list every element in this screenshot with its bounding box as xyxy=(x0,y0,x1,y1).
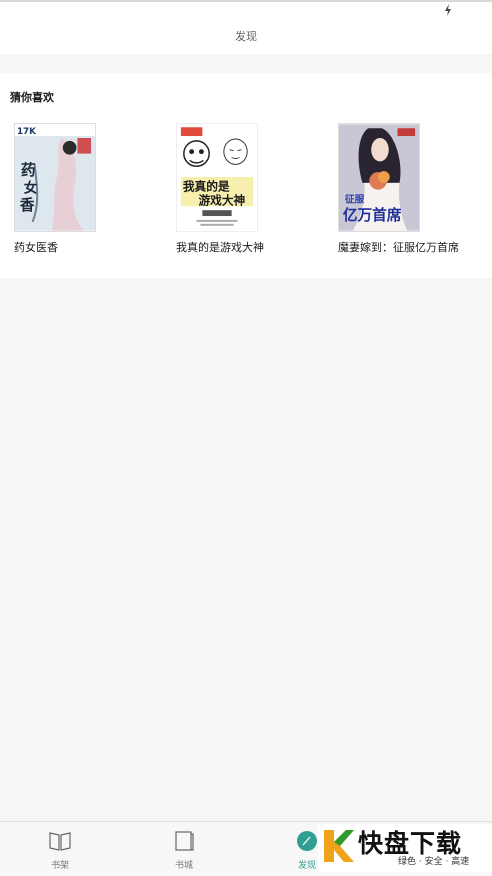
charging-icon xyxy=(445,4,451,16)
book-cover[interactable]: 17K 药 女 香 xyxy=(14,123,96,232)
open-book-icon xyxy=(49,832,71,851)
k-logo-icon xyxy=(324,830,354,862)
tab-bookstore[interactable]: 书城 xyxy=(144,822,224,876)
book-cover[interactable]: 征服 亿万首席 xyxy=(338,123,420,232)
bookstore-icon xyxy=(175,831,194,851)
book-item[interactable]: 征服 亿万首席 魔妻嫁到：征服亿万首席 xyxy=(338,123,488,255)
book-title[interactable]: 我真的是游戏大神 xyxy=(176,239,326,255)
status-bar xyxy=(0,0,492,20)
cover-subtitle: 征服 xyxy=(345,192,365,205)
svg-text:游戏大神: 游戏大神 xyxy=(198,193,245,207)
page-header: 发现 xyxy=(0,20,492,54)
svg-text:香: 香 xyxy=(20,196,35,214)
book-item[interactable]: 17K 药 女 香 药女医香 xyxy=(14,123,164,255)
section-title: 猜你喜欢 xyxy=(10,91,54,104)
book-cover[interactable]: 我真的是 游戏大神 xyxy=(176,123,258,232)
watermark-logo: 快盘下载 绿色 · 安全 · 高速 xyxy=(318,824,492,872)
svg-text:药: 药 xyxy=(21,161,36,179)
tab-bookshelf[interactable]: 书架 xyxy=(20,822,100,876)
recommendation-section: 猜你喜欢 17K 药 女 香 药女医香 我真的是 游戏大神 我真的是游戏大神 征… xyxy=(0,73,492,278)
page-title: 发现 xyxy=(235,30,257,43)
tab-label: 书架 xyxy=(50,861,69,871)
book-title[interactable]: 药女医香 xyxy=(14,239,164,255)
book-item[interactable]: 我真的是 游戏大神 我真的是游戏大神 xyxy=(176,123,326,255)
svg-text:女: 女 xyxy=(24,180,38,197)
svg-text:我真的是: 我真的是 xyxy=(183,180,230,194)
book-title[interactable]: 魔妻嫁到：征服亿万首席 xyxy=(338,239,488,255)
tab-label: 书城 xyxy=(174,861,193,871)
cover-title: 亿万首席 xyxy=(343,206,402,224)
cover-publisher-text: 17K xyxy=(17,127,37,137)
watermark-subtext: 绿色 · 安全 · 高速 xyxy=(398,857,470,867)
discover-compass-icon xyxy=(297,831,317,851)
